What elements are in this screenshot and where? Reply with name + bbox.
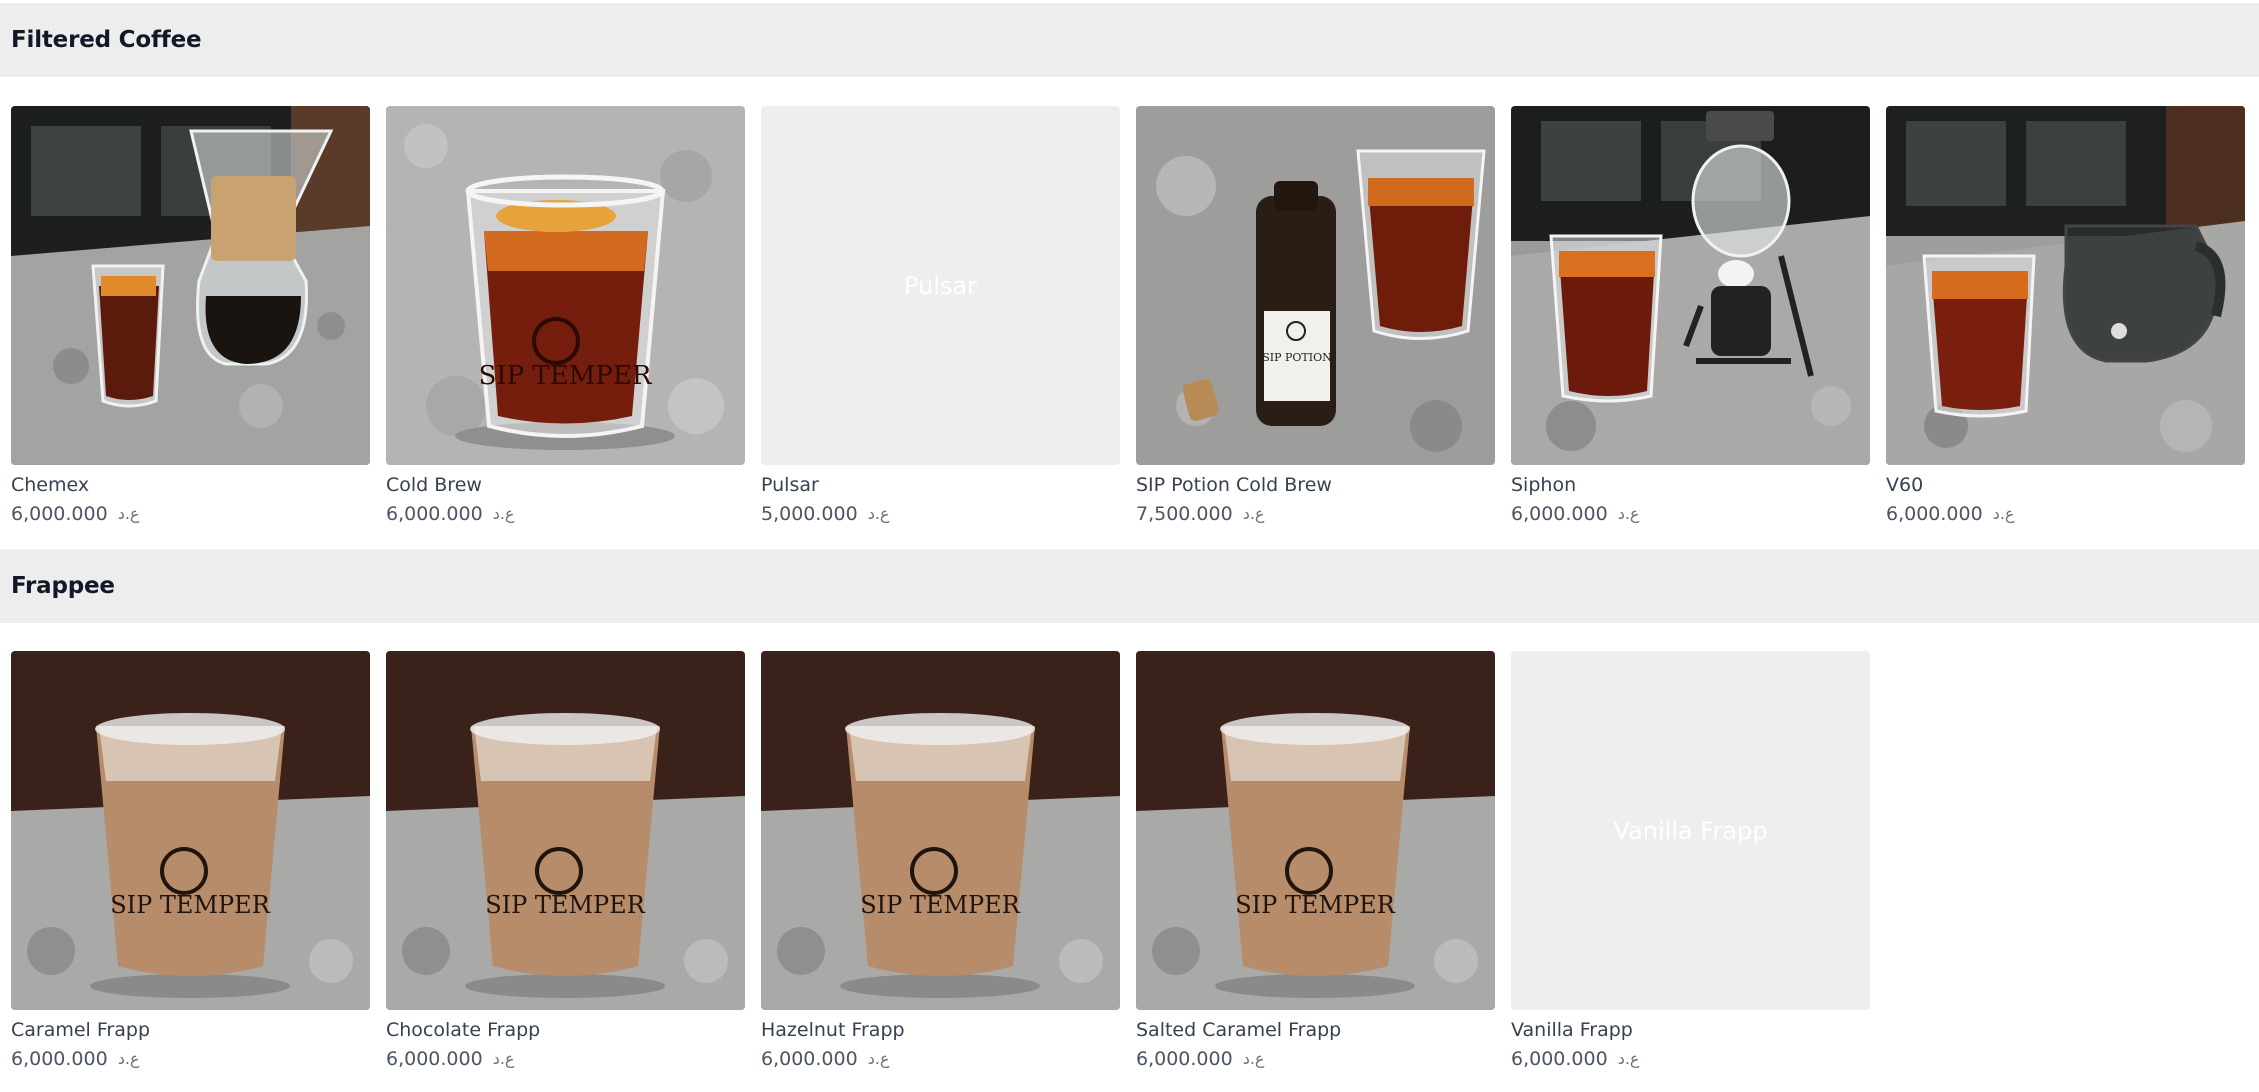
product-card-pulsar[interactable]: Pulsar Pulsar 5,000.000 ع.د <box>761 106 1120 526</box>
product-name: Chemex <box>11 474 90 496</box>
currency-label: ع.د <box>492 1049 515 1068</box>
price-value: 6,000.000 <box>386 503 483 525</box>
svg-text:SIP POTION: SIP POTION <box>1262 351 1332 364</box>
product-image-frapp[interactable]: SIP TEMPER <box>1136 651 1495 1010</box>
svg-text:SIP TEMPER: SIP TEMPER <box>479 361 653 391</box>
product-name: Pulsar <box>761 474 819 496</box>
product-price: 6,000.000 ع.د <box>1886 502 2245 526</box>
price-value: 6,000.000 <box>1136 1048 1233 1070</box>
product-card-sip-potion-cold-brew[interactable]: SIP POTION SIP Potion Cold Brew 7,500.00… <box>1136 106 1495 526</box>
currency-label: ع.د <box>1242 1049 1265 1068</box>
product-price: 5,000.000 ع.د <box>761 502 1120 526</box>
product-image-placeholder[interactable]: Pulsar <box>761 106 1120 465</box>
currency-label: ع.د <box>867 504 890 523</box>
section-title: Filtered Coffee <box>11 27 202 53</box>
currency-label: ع.د <box>492 504 515 523</box>
product-price: 6,000.000 ع.د <box>11 502 370 526</box>
currency-label: ع.د <box>1242 504 1265 523</box>
product-card-siphon[interactable]: Siphon 6,000.000 ع.د <box>1511 106 1870 526</box>
product-name: V60 <box>1886 474 1924 496</box>
currency-label: ع.د <box>117 504 140 523</box>
product-image-placeholder[interactable]: Vanilla Frapp <box>1511 651 1870 1010</box>
price-value: 6,000.000 <box>386 1048 483 1070</box>
menu-page: Filtered Coffee Chemex 6,000.000 ع.د SIP… <box>0 0 2259 1092</box>
product-card-salted-caramel-frapp[interactable]: SIP TEMPER Salted Caramel Frapp 6,000.00… <box>1136 651 1495 1071</box>
placeholder-label: Vanilla Frapp <box>1613 816 1768 845</box>
product-image-siphon[interactable] <box>1511 106 1870 465</box>
product-card-v60[interactable]: V60 6,000.000 ع.د <box>1886 106 2245 526</box>
product-grid-filtered-coffee: Chemex 6,000.000 ع.د SIP TEMPER Cold Bre… <box>11 106 2245 526</box>
product-name: Salted Caramel Frapp <box>1136 1019 1342 1041</box>
currency-label: ع.د <box>117 1049 140 1068</box>
product-image-chemex[interactable] <box>11 106 370 465</box>
price-value: 6,000.000 <box>1886 503 1983 525</box>
product-price: 6,000.000 ع.د <box>11 1047 370 1071</box>
svg-text:SIP TEMPER: SIP TEMPER <box>1235 891 1395 919</box>
product-image-frapp[interactable]: SIP TEMPER <box>761 651 1120 1010</box>
section-header-frappee: Frappee <box>0 549 2259 623</box>
price-value: 7,500.000 <box>1136 503 1233 525</box>
product-name: SIP Potion Cold Brew <box>1136 474 1332 496</box>
product-price: 6,000.000 ع.د <box>1136 1047 1495 1071</box>
product-card-chocolate-frapp[interactable]: SIP TEMPER Chocolate Frapp 6,000.000 ع.د <box>386 651 745 1071</box>
product-price: 6,000.000 ع.د <box>386 502 745 526</box>
svg-text:SIP TEMPER: SIP TEMPER <box>860 891 1020 919</box>
product-price: 6,000.000 ع.د <box>1511 502 1870 526</box>
section-title: Frappee <box>11 573 115 599</box>
product-card-chemex[interactable]: Chemex 6,000.000 ع.د <box>11 106 370 526</box>
product-name: Vanilla Frapp <box>1511 1019 1633 1041</box>
currency-label: ع.د <box>1992 504 2015 523</box>
svg-text:SIP TEMPER: SIP TEMPER <box>110 891 270 919</box>
currency-label: ع.د <box>1617 504 1640 523</box>
price-value: 6,000.000 <box>761 1048 858 1070</box>
price-value: 6,000.000 <box>11 1048 108 1070</box>
product-image-cold-brew[interactable]: SIP TEMPER <box>386 106 745 465</box>
product-price: 7,500.000 ع.د <box>1136 502 1495 526</box>
product-image-sip-potion[interactable]: SIP POTION <box>1136 106 1495 465</box>
product-name: Hazelnut Frapp <box>761 1019 905 1041</box>
price-value: 5,000.000 <box>761 503 858 525</box>
section-header-filtered-coffee: Filtered Coffee <box>0 3 2259 77</box>
placeholder-label: Pulsar <box>903 271 977 300</box>
product-card-vanilla-frapp[interactable]: Vanilla Frapp Vanilla Frapp 6,000.000 ع.… <box>1511 651 1870 1071</box>
product-card-cold-brew[interactable]: SIP TEMPER Cold Brew 6,000.000 ع.د <box>386 106 745 526</box>
product-price: 6,000.000 ع.د <box>386 1047 745 1071</box>
currency-label: ع.د <box>867 1049 890 1068</box>
price-value: 6,000.000 <box>1511 503 1608 525</box>
svg-text:SIP TEMPER: SIP TEMPER <box>485 891 645 919</box>
product-image-frapp[interactable]: SIP TEMPER <box>11 651 370 1010</box>
product-price: 6,000.000 ع.د <box>761 1047 1120 1071</box>
product-price: 6,000.000 ع.د <box>1511 1047 1870 1071</box>
price-value: 6,000.000 <box>11 503 108 525</box>
product-name: Siphon <box>1511 474 1577 496</box>
product-card-caramel-frapp[interactable]: SIP TEMPER Caramel Frapp 6,000.000 ع.د <box>11 651 370 1071</box>
product-image-v60[interactable] <box>1886 106 2245 465</box>
product-grid-frappee: SIP TEMPER Caramel Frapp 6,000.000 ع.د S… <box>11 651 1870 1071</box>
product-name: Caramel Frapp <box>11 1019 151 1041</box>
product-name: Cold Brew <box>386 474 482 496</box>
product-card-hazelnut-frapp[interactable]: SIP TEMPER Hazelnut Frapp 6,000.000 ع.د <box>761 651 1120 1071</box>
price-value: 6,000.000 <box>1511 1048 1608 1070</box>
currency-label: ع.د <box>1617 1049 1640 1068</box>
product-image-frapp[interactable]: SIP TEMPER <box>386 651 745 1010</box>
product-name: Chocolate Frapp <box>386 1019 541 1041</box>
